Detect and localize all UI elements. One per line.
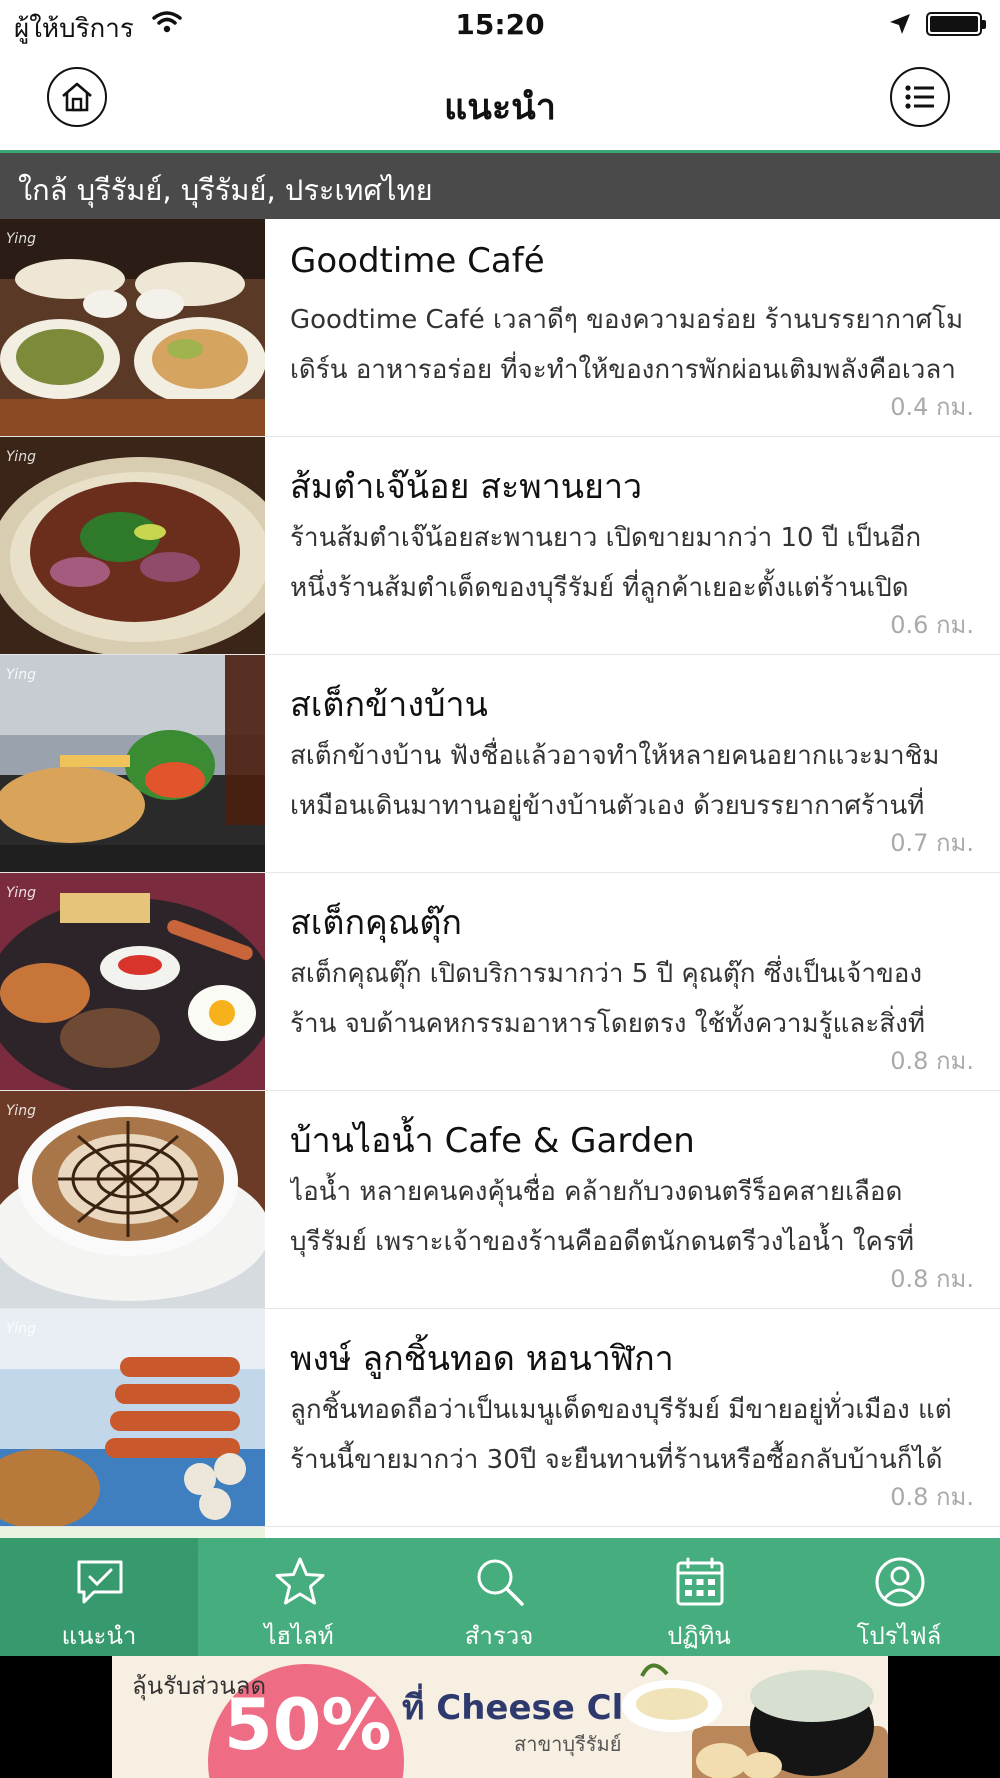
ad-banner[interactable]: ลุ้นรับส่วนลด 50% ที่ Cheese Club สาขาบุ…	[112, 1656, 888, 1778]
place-name: สเต็กคุณตุ๊ก	[290, 903, 462, 943]
list-item[interactable]: Ying สเต็กคุณตุ๊ก สเต็กคุณตุ๊ก เปิดบริกา…	[0, 873, 1000, 1091]
place-thumbnail: Ying	[0, 1091, 265, 1308]
place-thumbnail: Ying	[0, 219, 265, 436]
description-line: ลูกชิ้นทอดถือว่าเป็นเมนูเด็ดของบุรีรัมย์…	[290, 1395, 952, 1425]
list-item[interactable]: Ying ส้มตำเจ๊น้อย สะพานยาว ร้านส้มตำเจ๊น…	[0, 437, 1000, 655]
description-line: ร้านนี้ขายมากว่า 30ปี จะยืนทานที่ร้านหรื…	[290, 1445, 943, 1475]
place-name: สเต็กข้างบ้าน	[290, 685, 488, 725]
battery-icon	[926, 12, 986, 36]
user-icon	[875, 1557, 925, 1607]
place-distance: 0.8 กม.	[890, 1265, 974, 1293]
description-line: Goodtime Café เวลาดีๆ ของความอร่อย ร้านบ…	[290, 305, 964, 335]
tab-bar: แนะนำ ไฮไลท์ สำรวจ ปฏิทิน โปรไฟล์	[0, 1538, 1000, 1656]
description-line: ไอน้ำ หลายคนคงคุ้นชื่อ คล้ายกับวงดนตรีร็…	[290, 1177, 903, 1207]
place-thumbnail: Ying	[0, 437, 265, 654]
watermark-logo: Ying	[6, 885, 36, 901]
description-line: เดิร์น อาหารอร่อย ที่จะทำให้ของการพักผ่อ…	[290, 355, 956, 385]
place-name: Goodtime Café	[290, 241, 545, 281]
menu-button[interactable]	[890, 67, 950, 127]
description-line: ร้าน จบด้านคหกรรมอาหารโดยตรง ใช้ทั้งความ…	[290, 1009, 925, 1039]
ad-percent: 50%	[224, 1684, 392, 1766]
place-distance: 0.4 กม.	[890, 393, 974, 421]
tab-label: สำรวจ	[464, 1622, 534, 1650]
list-item[interactable]: Ying พงษ์ ลูกชิ้นทอด หอนาฬิกา ลูกชิ้นทอด…	[0, 1309, 1000, 1527]
tab-explore[interactable]: สำรวจ	[400, 1538, 598, 1656]
description-line: สเต็กคุณตุ๊ก เปิดบริการมากว่า 5 ปี คุณตุ…	[290, 959, 923, 989]
tab-label: ไฮไลท์	[264, 1622, 334, 1650]
watermark-logo: Ying	[6, 1103, 36, 1119]
list-item[interactable]: Ying Goodtime Café Goodtime Café เวลาดีๆ…	[0, 219, 1000, 437]
status-time: 15:20	[455, 8, 545, 41]
place-name: พงษ์ ลูกชิ้นทอด หอนาฬิกา	[290, 1339, 674, 1379]
watermark-logo: Ying	[6, 231, 36, 247]
place-description: สเต็กคุณตุ๊ก เปิดบริการมากว่า 5 ปี คุณตุ…	[290, 949, 980, 1049]
place-thumbnail: Ying	[0, 1309, 265, 1526]
description-line: บุรีรัมย์ เพราะเจ้าของร้านคืออดีตนักดนตร…	[290, 1227, 914, 1257]
description-line: เหมือนเดินมาทานอยู่ข้างบ้านตัวเอง ด้วยบร…	[290, 791, 925, 821]
place-description: ลูกชิ้นทอดถือว่าเป็นเมนูเด็ดของบุรีรัมย์…	[290, 1385, 980, 1485]
ad-area: ลุ้นรับส่วนลด 50% ที่ Cheese Club สาขาบุ…	[0, 1656, 1000, 1778]
place-description: Goodtime Café เวลาดีๆ ของความอร่อย ร้านบ…	[290, 295, 980, 395]
place-thumbnail: Ying	[0, 873, 265, 1090]
place-thumbnail: Ying	[0, 655, 265, 872]
description-line: สเต็กข้างบ้าน ฟังชื่อแล้วอาจทำให้หลายคนอ…	[290, 741, 940, 771]
description-line: ร้านส้มตำเจ๊น้อยสะพานยาว เปิดขายมากว่า 1…	[290, 523, 922, 553]
place-distance: 0.6 กม.	[890, 611, 974, 639]
tab-highlight[interactable]: ไฮไลท์	[200, 1538, 398, 1656]
search-icon	[477, 1559, 524, 1606]
place-name: บ้านไอน้ำ Cafe & Garden	[290, 1121, 695, 1161]
list-icon	[905, 85, 934, 109]
tab-label: ปฏิทิน	[667, 1622, 731, 1650]
place-name: ส้มตำเจ๊น้อย สะพานยาว	[290, 467, 643, 507]
watermark-logo: Ying	[6, 667, 36, 683]
tab-profile[interactable]: โปรไฟล์	[800, 1538, 998, 1656]
chat-check-icon	[77, 1560, 123, 1604]
place-description: สเต็กข้างบ้าน ฟังชื่อแล้วอาจทำให้หลายคนอ…	[290, 731, 980, 831]
location-arrow-icon	[890, 14, 910, 34]
location-bar: ใกล้ บุรีรัมย์, บุรีรัมย์, ประเทศไทย	[0, 153, 1000, 219]
ad-branch: สาขาบุรีรัมย์	[514, 1732, 622, 1756]
tab-label: แนะนำ	[61, 1622, 137, 1650]
calendar-icon	[676, 1557, 724, 1606]
cheese-product-image	[622, 1663, 888, 1778]
star-icon	[275, 1557, 325, 1605]
nav-bar: แนะนำ	[0, 52, 1000, 153]
tab-calendar[interactable]: ปฏิทิน	[600, 1538, 798, 1656]
place-description: ไอน้ำ หลายคนคงคุ้นชื่อ คล้ายกับวงดนตรีร็…	[290, 1167, 980, 1267]
place-distance: 0.8 กม.	[890, 1047, 974, 1075]
tab-recommend[interactable]: แนะนำ	[0, 1538, 198, 1656]
watermark-logo: Ying	[6, 1321, 36, 1337]
place-description: ร้านส้มตำเจ๊น้อยสะพานยาว เปิดขายมากว่า 1…	[290, 513, 980, 613]
list-item[interactable]: Ying บ้านไอน้ำ Cafe & Garden ไอน้ำ หลายค…	[0, 1091, 1000, 1309]
list-item[interactable]: Ying สเต็กข้างบ้าน สเต็กข้างบ้าน ฟังชื่อ…	[0, 655, 1000, 873]
tab-label: โปรไฟล์	[856, 1622, 942, 1650]
place-distance: 0.7 กม.	[890, 829, 974, 857]
place-list: Ying Goodtime Café Goodtime Café เวลาดีๆ…	[0, 219, 1000, 1547]
place-distance: 0.8 กม.	[890, 1483, 974, 1511]
status-bar: ผู้ให้บริการ 15:20	[0, 0, 1000, 52]
description-line: หนึ่งร้านส้มตำเด็ดของบุรีรัมย์ ที่ลูกค้า…	[290, 573, 909, 603]
watermark-logo: Ying	[6, 449, 36, 465]
page-title: แนะนำ	[444, 87, 556, 128]
